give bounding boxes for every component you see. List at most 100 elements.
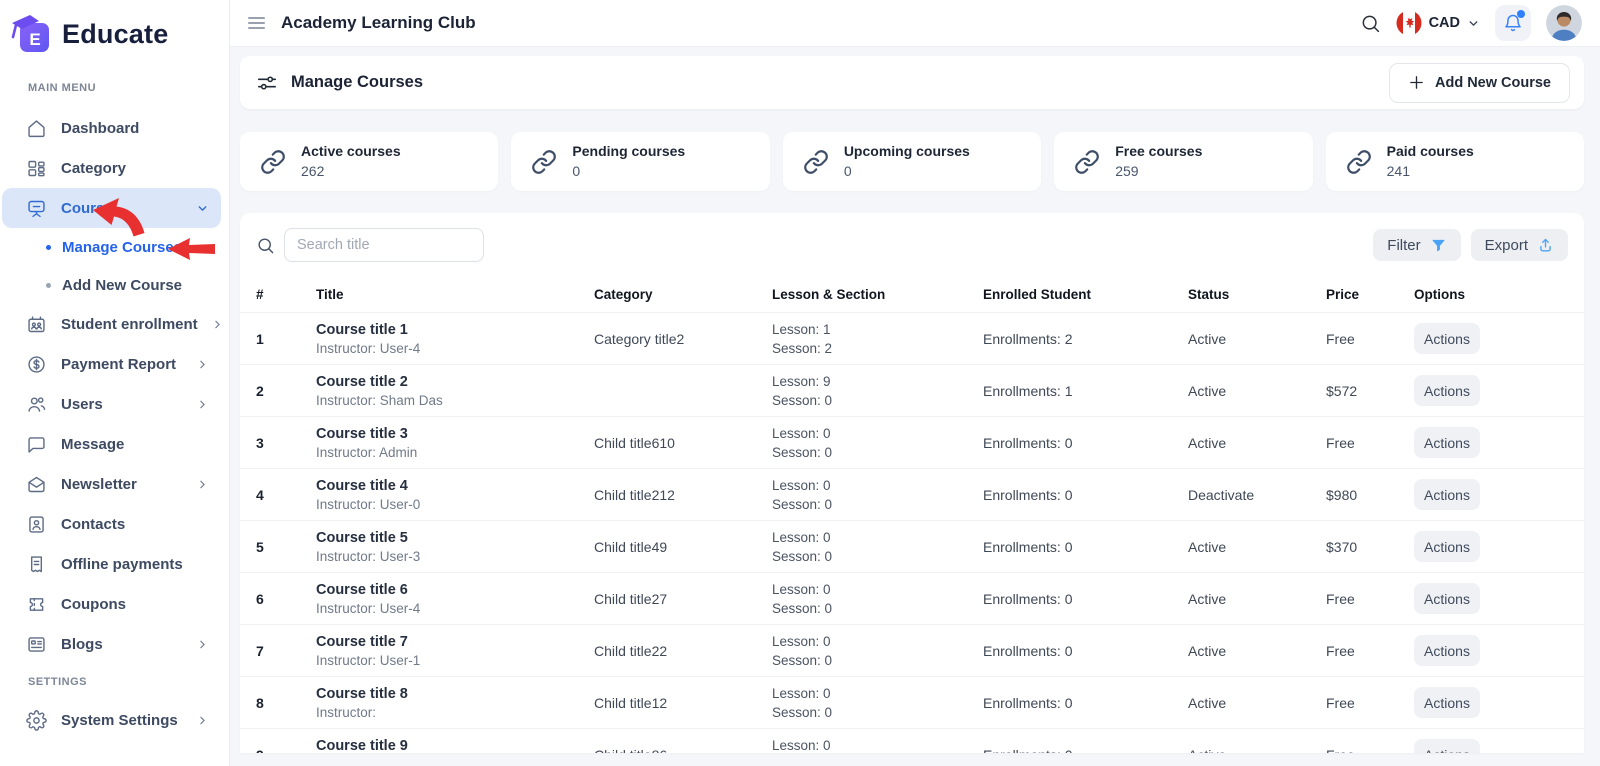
sidebar-subitem-manage-courses[interactable]: Manage Courses <box>0 228 229 266</box>
sidebar-item-newsletter[interactable]: Newsletter <box>2 464 221 504</box>
lesson-count: Lesson: 0 <box>772 736 983 754</box>
table-row: 9Course title 9Instructor: User-2Child t… <box>240 728 1584 753</box>
chevron-right-icon <box>196 358 209 371</box>
cell-status: Active <box>1188 435 1326 451</box>
lesson-count: Lesson: 0 <box>772 528 983 547</box>
stat-card-paid-courses[interactable]: Paid courses241 <box>1326 132 1584 191</box>
link-icon <box>1346 149 1372 175</box>
course-title[interactable]: Course title 5 <box>316 530 594 546</box>
search-icon[interactable] <box>1360 13 1381 34</box>
stat-card-active-courses[interactable]: Active courses262 <box>240 132 498 191</box>
sidebar-item-dashboard[interactable]: Dashboard <box>2 108 221 148</box>
sidebar-item-course[interactable]: Course <box>2 188 221 228</box>
column-header-price: Price <box>1326 287 1414 302</box>
sidebar-item-offline-payments[interactable]: Offline payments <box>2 544 221 584</box>
export-button[interactable]: Export <box>1471 229 1568 261</box>
actions-button[interactable]: Actions <box>1414 427 1480 458</box>
add-new-course-button[interactable]: Add New Course <box>1389 63 1570 103</box>
table-body: 1Course title 1Instructor: User-4Categor… <box>240 312 1584 753</box>
table-row: 7Course title 7Instructor: User-1Child t… <box>240 624 1584 676</box>
actions-button[interactable]: Actions <box>1414 323 1480 354</box>
search-title-input[interactable] <box>284 228 484 262</box>
cell-options: Actions <box>1414 479 1584 510</box>
course-title[interactable]: Course title 7 <box>316 634 594 650</box>
sidebar-item-blogs[interactable]: Blogs <box>2 624 221 664</box>
sidebar-item-label: Course <box>61 200 113 217</box>
actions-button[interactable]: Actions <box>1414 531 1480 562</box>
cell-options: Actions <box>1414 687 1584 718</box>
logo[interactable]: E Educate <box>0 0 229 58</box>
stat-value: 259 <box>1115 161 1202 181</box>
sidebar-item-label: Contacts <box>61 516 125 533</box>
cell-title: Course title 4 Instructor: User-0 <box>316 478 594 512</box>
stat-card-pending-courses[interactable]: Pending courses0 <box>511 132 769 191</box>
sidebar-settings-nav: System Settings <box>0 688 229 740</box>
content-area: Manage Courses Add New Course Active cou… <box>230 47 1600 766</box>
toolbar-right: Filter Export <box>1373 229 1568 261</box>
table-row: 2Course title 2Instructor: Sham DasLesso… <box>240 364 1584 416</box>
course-title[interactable]: Course title 3 <box>316 426 594 442</box>
actions-button[interactable]: Actions <box>1414 479 1480 510</box>
cell-enrolled: Enrollments: 0 <box>983 591 1188 607</box>
currency-selector[interactable]: CAD <box>1396 10 1480 36</box>
cell-options: Actions <box>1414 583 1584 614</box>
notifications-button[interactable] <box>1495 5 1531 41</box>
cell-lesson-section: Lesson: 0Sesson: 0 <box>772 684 983 722</box>
course-title[interactable]: Course title 6 <box>316 582 594 598</box>
cell-price: $980 <box>1326 487 1414 503</box>
stat-label: Upcoming courses <box>844 142 970 161</box>
sidebar-item-payment-report[interactable]: Payment Report <box>2 344 221 384</box>
stat-value: 262 <box>301 161 401 181</box>
lesson-count: Lesson: 0 <box>772 424 983 443</box>
lesson-count: Lesson: 9 <box>772 372 983 391</box>
course-title[interactable]: Course title 4 <box>316 478 594 494</box>
cell-price: Free <box>1326 331 1414 347</box>
session-count: Sesson: 0 <box>772 651 983 670</box>
add-new-course-label: Add New Course <box>1435 75 1551 91</box>
table-row: 8Course title 8Instructor:Child title12L… <box>240 676 1584 728</box>
cell-status: Active <box>1188 383 1326 399</box>
course-title[interactable]: Course title 2 <box>316 374 594 390</box>
sidebar-item-users[interactable]: Users <box>2 384 221 424</box>
course-instructor: Instructor: <box>316 705 594 720</box>
sidebar-subitem-add-new-course[interactable]: Add New Course <box>0 266 229 304</box>
sidebar-item-coupons[interactable]: Coupons <box>2 584 221 624</box>
sidebar-item-message[interactable]: Message <box>2 424 221 464</box>
filter-button[interactable]: Filter <box>1373 229 1460 261</box>
stat-card-free-courses[interactable]: Free courses259 <box>1054 132 1312 191</box>
actions-button[interactable]: Actions <box>1414 635 1480 666</box>
course-title[interactable]: Course title 9 <box>316 738 594 754</box>
stat-card-upcoming-courses[interactable]: Upcoming courses0 <box>783 132 1041 191</box>
lesson-count: Lesson: 0 <box>772 684 983 703</box>
actions-button[interactable]: Actions <box>1414 739 1480 753</box>
sidebar-item-contacts[interactable]: Contacts <box>2 504 221 544</box>
course-instructor: Instructor: User-0 <box>316 497 594 512</box>
cell-price: $370 <box>1326 539 1414 555</box>
cell-status: Deactivate <box>1188 487 1326 503</box>
actions-button[interactable]: Actions <box>1414 375 1480 406</box>
table-row: 6Course title 6Instructor: User-4Child t… <box>240 572 1584 624</box>
hamburger-menu-icon[interactable] <box>248 17 265 29</box>
column-header-lesson-section: Lesson & Section <box>772 287 983 302</box>
sidebar-item-student-enrollment[interactable]: Student enrollment <box>2 304 221 344</box>
course-instructor: Instructor: Admin <box>316 445 594 460</box>
cell-price: Free <box>1326 591 1414 607</box>
chevron-right-icon <box>196 638 209 651</box>
cell-enrolled: Enrollments: 0 <box>983 487 1188 503</box>
course-title[interactable]: Course title 1 <box>316 322 594 338</box>
sidebar-item-label: Newsletter <box>61 476 137 493</box>
sidebar-item-category[interactable]: Category <box>2 148 221 188</box>
avatar[interactable] <box>1546 5 1582 41</box>
cell-number: 2 <box>256 383 316 399</box>
coupons-icon <box>26 593 48 615</box>
page-title: Manage Courses <box>291 73 423 92</box>
course-title[interactable]: Course title 8 <box>316 686 594 702</box>
stat-value: 0 <box>844 161 970 181</box>
sidebar-item-system-settings[interactable]: System Settings <box>2 700 221 740</box>
cell-title: Course title 3 Instructor: Admin <box>316 426 594 460</box>
actions-button[interactable]: Actions <box>1414 583 1480 614</box>
actions-button[interactable]: Actions <box>1414 687 1480 718</box>
sidebar-subitem-label: Manage Courses <box>62 239 182 256</box>
sidebar: E Educate MAIN MENU DashboardCategoryCou… <box>0 0 230 766</box>
stat-value: 0 <box>572 161 685 181</box>
